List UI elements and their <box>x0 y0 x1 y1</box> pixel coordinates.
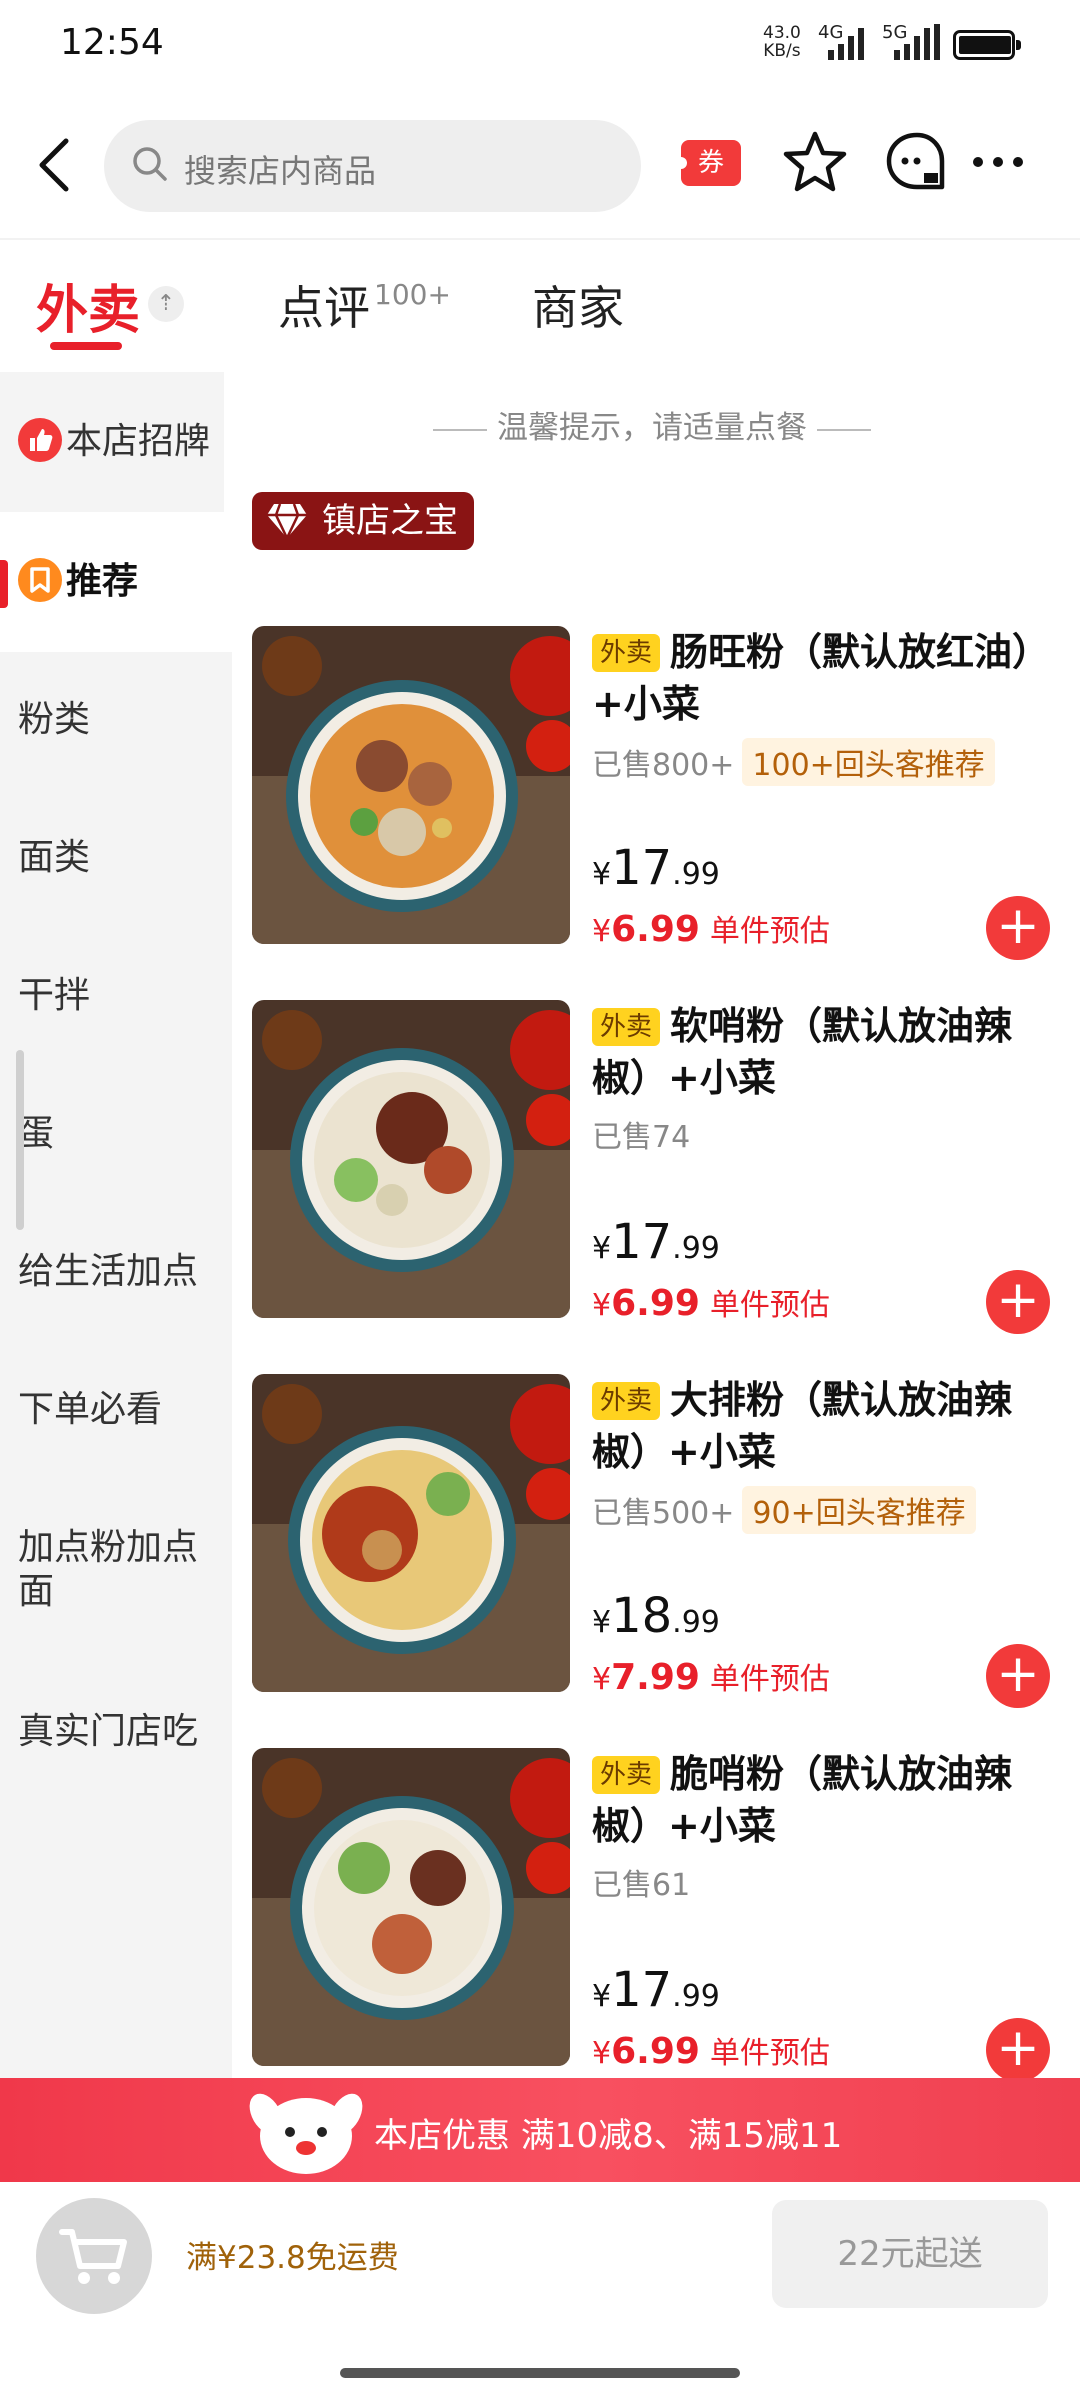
cart-bar: 满¥23.8免运费 22元起送 <box>0 2182 1080 2400</box>
status-bar: 12:54 43.0 KB/s 4G 5G <box>0 0 1080 95</box>
store-page: { "status_bar": { "time": "12:54", "net_… <box>0 0 1080 2400</box>
search-icon <box>133 147 167 181</box>
food-image <box>252 1748 570 2066</box>
item-sold: 已售61 <box>592 1868 691 1903</box>
item-sold: 已售800+ 100+回头客推荐 <box>592 738 995 786</box>
item-sold: 已售500+ 90+回头客推荐 <box>592 1486 976 1534</box>
add-to-cart-button[interactable]: + <box>986 2018 1050 2078</box>
search-placeholder: 搜索店内商品 <box>184 152 377 190</box>
sidebar-item-must-read[interactable]: 下单必看 <box>0 1388 232 1432</box>
item-title: 外卖 软哨粉（默认放油辣椒）+小菜 <box>592 1004 1013 1100</box>
food-image <box>252 1374 570 1692</box>
coupon-icon[interactable]: 券 <box>675 140 741 186</box>
sidebar-item-recommend[interactable]: 推荐 <box>0 512 232 652</box>
item-deal-price: ¥6.99 单件预估 <box>592 1283 830 1324</box>
menu-item[interactable]: 外卖 大排粉（默认放油辣椒）+小菜 已售500+ 90+回头客推荐 ¥18.99 ¥… <box>252 1374 1080 1746</box>
sidebar-item-signature[interactable]: 本店招牌 <box>0 372 232 512</box>
mascot-icon <box>249 2093 363 2174</box>
waimai-tag: 外卖 <box>592 634 661 672</box>
tab-active-underline <box>50 342 122 350</box>
sidebar-gap <box>224 372 232 512</box>
item-sold: 已售74 <box>592 1120 691 1155</box>
sidebar-item-ganban[interactable]: 干拌 <box>0 974 232 1018</box>
food-image <box>252 1000 570 1318</box>
repeat-customer-badge: 100+回头客推荐 <box>742 738 995 786</box>
item-deal-price: ¥7.99 单件预估 <box>592 1657 830 1698</box>
sidebar-item-dan[interactable]: 蛋 <box>0 1112 232 1156</box>
menu-item[interactable]: 外卖 脆哨粉（默认放油辣椒）+小菜 已售61 ¥17.99 ¥6.99 单件预估 + <box>252 1748 1080 2078</box>
menu-content: 温馨提示，请适量点餐 镇店之宝 外卖 肠旺粉（默认放红油）+小菜 已售800+ … <box>252 372 1080 2078</box>
tab-dianping[interactable]: 点评 <box>278 272 370 338</box>
item-title: 外卖 肠旺粉（默认放红油）+小菜 <box>592 630 1051 726</box>
sidebar-item-extra[interactable]: 加点粉加点面 <box>0 1526 220 1614</box>
net-speed: 43.0 KB/s <box>763 23 801 61</box>
add-to-cart-button[interactable]: + <box>986 896 1050 960</box>
item-title: 外卖 大排粉（默认放油辣椒）+小菜 <box>592 1378 1013 1474</box>
item-price: ¥17.99 <box>592 1962 720 2018</box>
tab-bar: 外卖 ⇡ 点评 100+ 商家 <box>0 250 1080 360</box>
food-image <box>252 626 570 944</box>
signal-icon <box>828 28 864 60</box>
menu-item[interactable]: 外卖 软哨粉（默认放油辣椒）+小菜 已售74 ¥17.99 ¥6.99 单件预估 + <box>252 1000 1080 1372</box>
selected-indicator <box>0 560 8 608</box>
status-time: 12:54 <box>60 22 164 63</box>
menu-item[interactable]: 外卖 肠旺粉（默认放红油）+小菜 已售800+ 100+回头客推荐 ¥17.99 ¥… <box>252 626 1080 998</box>
waimai-tag: 外卖 <box>592 1008 661 1046</box>
waimai-tag: 外卖 <box>592 1382 661 1420</box>
diamond-icon <box>267 503 307 540</box>
promo-banner[interactable]: 本店优惠 满10减8、满15减11 <box>0 2078 1080 2182</box>
min-order-button[interactable]: 22元起送 <box>772 2200 1048 2308</box>
sidebar-scrollbar[interactable] <box>16 1050 24 1230</box>
item-deal-price: ¥6.99 单件预估 <box>592 2031 830 2072</box>
home-indicator[interactable] <box>340 2368 740 2378</box>
item-price: ¥17.99 <box>592 840 720 896</box>
tab-shangjia[interactable]: 商家 <box>532 272 624 338</box>
back-arrow-icon[interactable] <box>30 135 80 195</box>
search-input[interactable]: 搜索店内商品 <box>104 120 641 212</box>
category-sidebar: 本店招牌 推荐 粉类 面类 干拌 蛋 给生活加点 下单必看 加点粉加点面 真实门… <box>0 372 232 2078</box>
signal-5g-icon <box>894 24 940 60</box>
add-to-cart-button[interactable]: + <box>986 1644 1050 1708</box>
cart-icon <box>59 2229 127 2284</box>
sidebar-item-real-store[interactable]: 真实门店吃 <box>0 1710 232 1754</box>
item-deal-price: ¥6.99 单件预估 <box>592 909 830 950</box>
repeat-customer-badge: 90+回头客推荐 <box>742 1486 976 1534</box>
cart-button[interactable] <box>36 2198 152 2314</box>
chat-icon[interactable] <box>884 129 950 195</box>
thumbs-up-icon <box>18 418 62 462</box>
section-badge: 镇店之宝 <box>252 492 474 550</box>
sidebar-item-life[interactable]: 给生活加点 <box>0 1250 232 1294</box>
battery-icon <box>953 30 1021 60</box>
sidebar-item-fen[interactable]: 粉类 <box>0 698 232 742</box>
promo-text: 本店优惠 满10减8、满15减11 <box>374 2116 843 2156</box>
tip-text: 温馨提示，请适量点餐 <box>252 402 1052 447</box>
add-to-cart-button[interactable]: + <box>986 1270 1050 1334</box>
more-icon[interactable] <box>968 129 1028 195</box>
tab-waimai[interactable]: 外卖 <box>36 268 140 343</box>
sidebar-item-mian[interactable]: 面类 <box>0 836 232 880</box>
item-price: ¥18.99 <box>592 1588 720 1644</box>
item-price: ¥17.99 <box>592 1214 720 1270</box>
header-divider <box>0 238 1080 240</box>
collapse-icon[interactable]: ⇡ <box>148 286 184 322</box>
tab-dianping-count: 100+ <box>374 278 451 311</box>
item-title: 外卖 脆哨粉（默认放油辣椒）+小菜 <box>592 1752 1013 1848</box>
bookmark-icon <box>18 558 62 602</box>
waimai-tag: 外卖 <box>592 1756 661 1794</box>
header: 搜索店内商品 券 <box>0 95 1080 235</box>
free-delivery-text: 满¥23.8免运费 <box>186 2240 399 2276</box>
star-icon[interactable] <box>782 129 848 195</box>
